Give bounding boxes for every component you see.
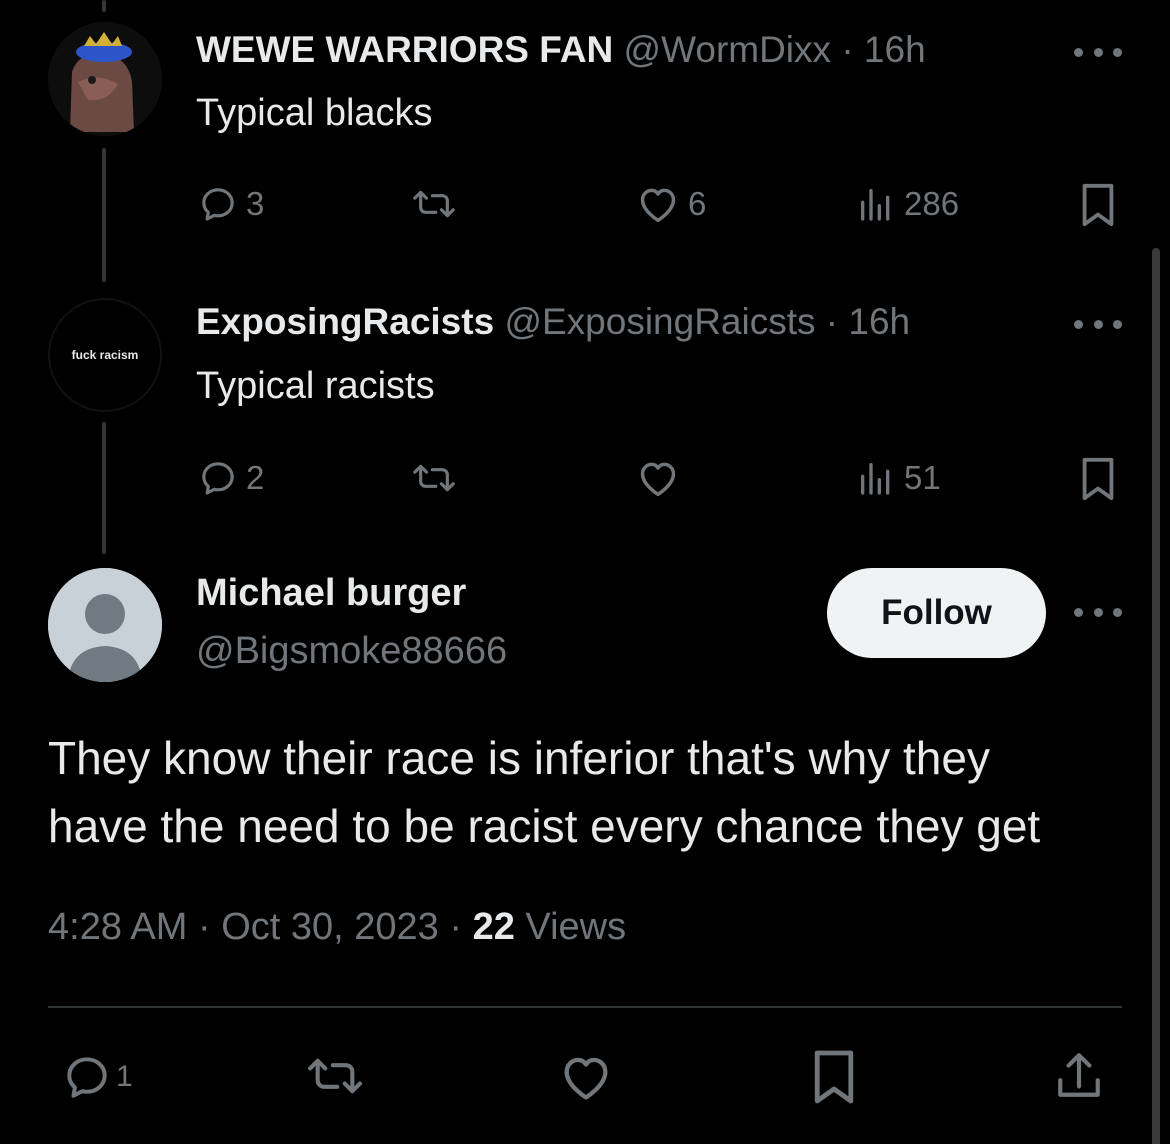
tweet-date[interactable]: Oct 30, 2023 [221, 906, 439, 948]
like-button[interactable] [558, 1052, 614, 1102]
views-button[interactable]: 286 [856, 184, 959, 224]
reply-text: Typical blacks [196, 92, 433, 134]
more-icon[interactable] [1074, 314, 1122, 334]
avatar-text: fuck racism [71, 348, 139, 362]
bookmark-icon [1082, 183, 1114, 227]
tweet-meta: 4:28 AM · Oct 30, 2023 · 22 Views [48, 906, 626, 949]
share-button[interactable] [1054, 1048, 1104, 1104]
view-count: 286 [904, 185, 960, 222]
retweet-icon [308, 1058, 362, 1094]
reply-button[interactable]: 2 [198, 458, 264, 498]
reply-header: ExposingRacists @ExposingRaicsts · 16h [196, 300, 910, 344]
thread-line-2 [102, 422, 106, 554]
reply-button[interactable]: 3 [198, 184, 264, 224]
tweet-text-line: have the need to be racist every chance … [48, 800, 1041, 852]
more-icon[interactable] [1074, 602, 1122, 622]
author-handle[interactable]: @ExposingRaicsts [504, 301, 815, 342]
heart-icon [640, 188, 676, 223]
thread-line-1 [102, 148, 106, 282]
retweet-button[interactable] [412, 184, 464, 224]
reply-icon [202, 188, 234, 221]
main-tweet-text: They know their race is inferior that's … [48, 724, 1128, 860]
reply-button[interactable]: 1 [62, 1052, 133, 1102]
retweet-icon [413, 464, 455, 492]
separator: · [197, 906, 211, 948]
reply-header: WEWE WARRIORS FAN @WormDixx · 16h [196, 28, 926, 72]
bookmark-button[interactable] [810, 1048, 858, 1106]
views-button[interactable]: 51 [856, 458, 941, 498]
post-time[interactable]: 16h [848, 301, 910, 342]
reply-count: 1 [116, 1060, 133, 1093]
bookmark-icon [814, 1050, 854, 1104]
avatar-wormdixx[interactable] [48, 22, 162, 136]
default-avatar-icon [48, 568, 162, 682]
thread-line-top [102, 0, 106, 12]
retweet-button[interactable] [306, 1050, 364, 1102]
follow-button[interactable]: Follow [827, 568, 1046, 658]
main-author-handle[interactable]: @Bigsmoke88666 [196, 630, 507, 673]
view-count: 51 [904, 459, 941, 496]
heart-icon [564, 1057, 608, 1100]
like-button[interactable]: 6 [636, 184, 706, 224]
bookmark-icon [1082, 457, 1114, 501]
post-time[interactable]: 16h [864, 29, 926, 70]
avatar-exposingracists[interactable]: fuck racism [48, 298, 162, 412]
views-icon [861, 189, 890, 221]
tweet-text-line: They know their race is inferior that's … [48, 732, 990, 784]
views-count: 22 [472, 906, 515, 948]
share-icon [1058, 1053, 1100, 1097]
reply-count: 3 [246, 185, 265, 222]
reply-text: Typical racists [196, 365, 435, 407]
avatar-image [48, 22, 162, 136]
author-handle[interactable]: @WormDixx [624, 29, 831, 70]
main-author-name[interactable]: Michael burger [196, 572, 466, 615]
scrollbar[interactable] [1152, 248, 1160, 1144]
avatar-default[interactable] [48, 568, 162, 682]
retweet-icon [413, 190, 455, 218]
heart-icon [640, 462, 676, 497]
views-icon [861, 463, 890, 495]
bookmark-button[interactable] [1078, 456, 1118, 502]
separator: · [825, 301, 839, 342]
separator: · [449, 906, 463, 948]
separator: · [841, 29, 854, 70]
retweet-button[interactable] [412, 458, 464, 498]
tweet-time[interactable]: 4:28 AM [48, 906, 187, 948]
author-name[interactable]: ExposingRacists [196, 301, 494, 342]
like-button[interactable] [636, 458, 688, 498]
bookmark-button[interactable] [1078, 182, 1118, 228]
divider [48, 1006, 1122, 1008]
author-name[interactable]: WEWE WARRIORS FAN [196, 29, 613, 70]
more-icon[interactable] [1074, 42, 1122, 62]
views-label: Views [525, 906, 627, 948]
reply-icon [202, 462, 234, 495]
like-count: 6 [688, 185, 707, 222]
reply-icon [67, 1057, 107, 1098]
reply-count: 2 [246, 459, 265, 496]
